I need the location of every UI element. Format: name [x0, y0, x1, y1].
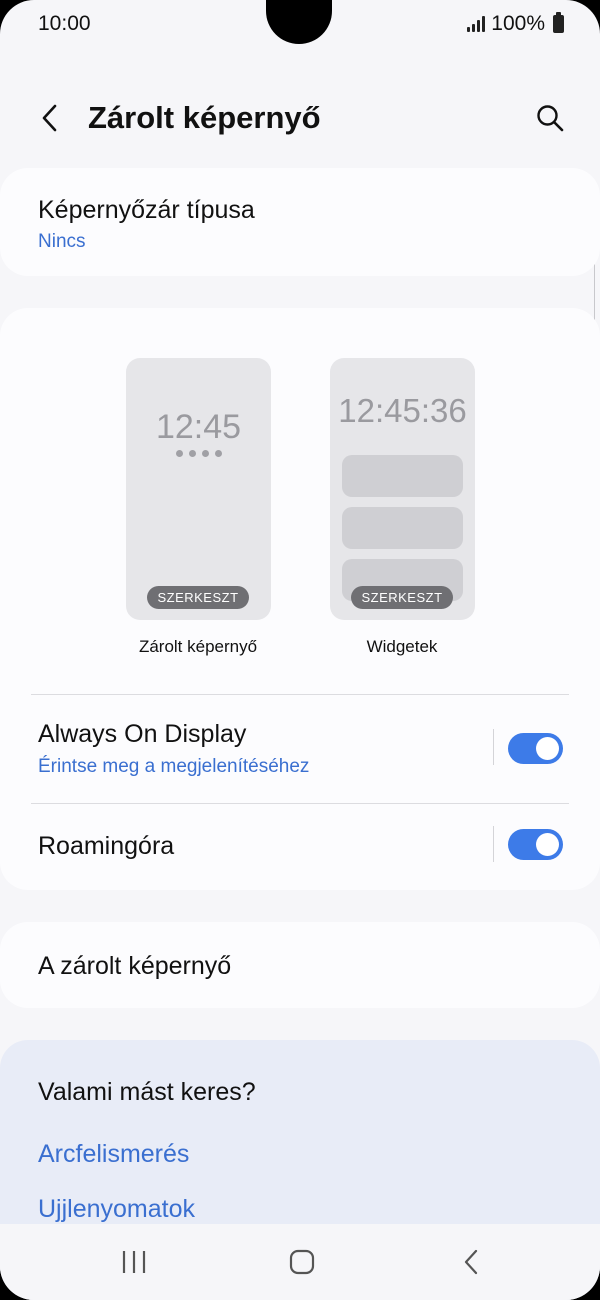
widgets-preview-label: Widgetek — [366, 637, 438, 656]
status-bar: 10:00 100% — [0, 0, 600, 50]
nav-back-button[interactable] — [446, 1242, 496, 1282]
lock-type-value: Nincs — [38, 231, 86, 252]
camera-notch — [266, 0, 332, 44]
search-button[interactable] — [530, 98, 570, 138]
lock-screen-preview-label: Zárolt képernyő — [138, 637, 258, 656]
widgets-preview[interactable]: 12:45:36 SZERKESZT — [330, 358, 475, 620]
roaming-toggle[interactable] — [508, 829, 563, 860]
lock-screen-card: 12:45 SZERKESZT 12:45:36 SZERKESZT Zárol… — [0, 308, 600, 890]
chevron-left-icon — [42, 104, 57, 132]
aod-toggle[interactable] — [508, 733, 563, 764]
toggle-knob — [536, 737, 559, 760]
aod-subtitle: Érintse meg a megjelenítéséhez — [38, 756, 310, 777]
page-title: Zárolt képernyő — [88, 100, 321, 135]
roaming-title: Roamingóra — [38, 832, 175, 860]
lock-screen-info-setting[interactable]: A zárolt képernyő — [0, 922, 600, 1008]
navigation-bar — [0, 1224, 600, 1300]
app-bar: Zárolt képernyő — [0, 80, 600, 160]
separator — [493, 729, 494, 765]
recents-icon — [122, 1251, 146, 1273]
lock-type-title: Képernyőzár típusa — [38, 196, 255, 224]
home-button[interactable] — [277, 1242, 327, 1282]
always-on-display-setting[interactable]: Always On Display Érintse meg a megjelen… — [0, 695, 600, 803]
battery-percent: 100% — [491, 12, 545, 35]
lock-type-setting[interactable]: Képernyőzár típusa Nincs — [0, 168, 600, 276]
edit-lock-screen-button[interactable]: SZERKESZT — [147, 586, 249, 609]
suggestion-link-fingerprints[interactable]: Ujjlenyomatok — [38, 1195, 195, 1224]
separator — [493, 826, 494, 862]
battery-icon — [553, 12, 564, 33]
toggle-knob — [536, 833, 559, 856]
status-time: 10:00 — [38, 12, 91, 35]
aod-title: Always On Display — [38, 720, 247, 748]
roaming-clock-setting[interactable]: Roamingóra — [0, 804, 600, 890]
back-icon — [464, 1249, 478, 1275]
home-icon — [289, 1249, 315, 1275]
edit-widgets-button[interactable]: SZERKESZT — [351, 586, 453, 609]
recents-button[interactable] — [109, 1242, 159, 1282]
lock-screen-preview[interactable]: 12:45 SZERKESZT — [126, 358, 271, 620]
preview-clock-seconds: 12:45:36 — [338, 392, 467, 429]
status-indicators: 100% — [467, 12, 564, 36]
suggestion-link-face-recognition[interactable]: Arcfelismerés — [38, 1140, 189, 1169]
pin-dots-icon — [126, 450, 271, 457]
widget-placeholder — [342, 507, 463, 549]
screen: 10:00 100% Zárolt képernyő Képernyőzár t… — [0, 0, 600, 1300]
suggestions-title: Valami mást keres? — [38, 1078, 256, 1106]
preview-clock: 12:45 — [155, 408, 242, 446]
back-button[interactable] — [30, 98, 70, 138]
search-icon — [537, 105, 564, 132]
lock-info-title: A zárolt képernyő — [38, 952, 232, 980]
signal-icon — [467, 16, 486, 32]
widget-placeholder — [342, 455, 463, 497]
